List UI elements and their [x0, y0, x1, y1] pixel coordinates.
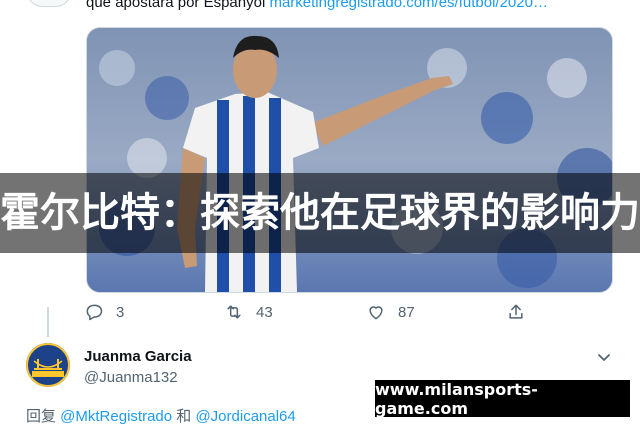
share-button[interactable] [506, 301, 538, 323]
mention-link[interactable]: @Jordicanal64 [195, 408, 295, 425]
retweet-count: 43 [256, 303, 273, 321]
reply-to-line: 回复 @MktRegistrado 和 @Jordicanal64 [26, 405, 296, 426]
retweet-icon [227, 305, 241, 319]
retweet-button[interactable]: 43 [224, 301, 273, 323]
like-count: 87 [398, 303, 415, 321]
like-button[interactable]: 87 [366, 301, 415, 323]
reply-author-name[interactable]: Juanma Garcia [84, 348, 192, 365]
reply-count: 3 [116, 303, 125, 321]
mention-link[interactable]: @MktRegistrado [60, 408, 172, 425]
reply-button[interactable]: 3 [84, 301, 124, 323]
reply-to-prefix: 回复 [26, 408, 61, 425]
tweet-actions: 3 43 87 [84, 301, 534, 323]
reply-author-handle[interactable]: @Juanma132 [84, 369, 178, 386]
article-title: 霍尔比特：探索他在足球界的影响力 [0, 190, 640, 236]
thread-connector [47, 307, 49, 337]
tweet-media-photo[interactable] [86, 27, 613, 293]
tweet-link[interactable]: marketingregistrado.com/es/futbol/2020… [269, 0, 547, 11]
reply-icon [86, 304, 103, 321]
avatar[interactable] [26, 343, 70, 387]
tweet-text: que apostara por Espanyol marketingregis… [86, 0, 626, 12]
site-watermark: www.milansports-game.com [375, 380, 630, 418]
reply-to-conjunction: 和 [172, 408, 196, 425]
like-icon [369, 306, 383, 320]
chevron-down-icon[interactable] [596, 349, 612, 365]
tweet-text-prefix: que apostara por Espanyol [86, 0, 270, 11]
previous-avatar[interactable] [26, 0, 72, 7]
share-icon [509, 304, 523, 319]
warriors-logo-icon [26, 343, 70, 387]
